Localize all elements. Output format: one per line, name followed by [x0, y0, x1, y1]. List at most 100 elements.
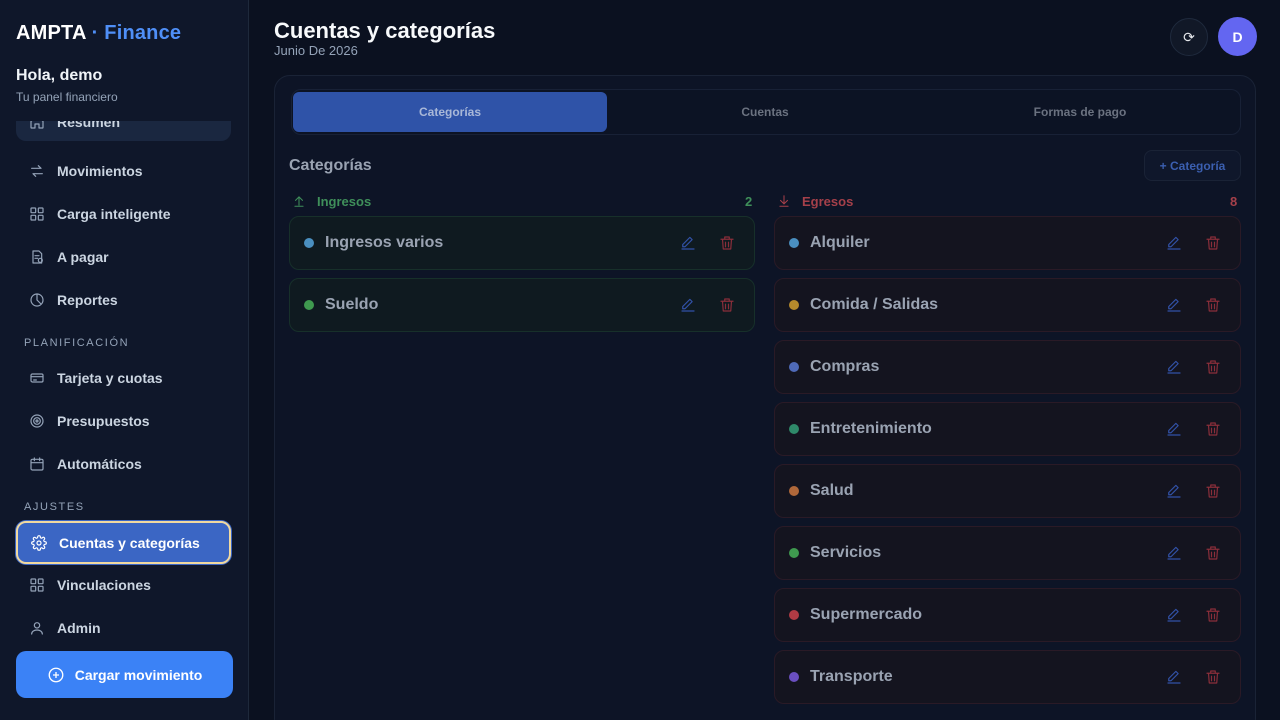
- user-icon: [29, 620, 45, 636]
- category-card[interactable]: Servicios: [774, 526, 1241, 580]
- income-header: Ingresos: [292, 193, 371, 209]
- calendar-icon: [29, 456, 45, 472]
- category-name: Comida / Salidas: [810, 296, 939, 313]
- category-card[interactable]: Salud: [774, 464, 1241, 518]
- category-color-dot: [789, 362, 799, 372]
- edit-icon[interactable]: [1165, 544, 1183, 562]
- category-color-dot: [304, 300, 314, 310]
- category-name: Alquiler: [810, 234, 870, 251]
- trash-icon[interactable]: [1204, 606, 1222, 624]
- sidebar-item-reportes[interactable]: Reportes: [16, 281, 231, 319]
- category-card[interactable]: Sueldo: [289, 278, 755, 332]
- page-title: Cuentas y categorías: [274, 18, 496, 43]
- expense-label: Egresos: [802, 193, 854, 209]
- category-card[interactable]: Comida / Salidas: [774, 278, 1241, 332]
- grid-icon: [29, 206, 45, 222]
- section-label-ajustes: AJUSTES: [24, 501, 85, 513]
- tab-categorias[interactable]: Categorías: [293, 92, 607, 132]
- arrows-icon: [29, 163, 45, 179]
- sidebar-item-label: Cuentas y categorías: [59, 534, 200, 551]
- edit-icon[interactable]: [1165, 482, 1183, 500]
- page-subtitle: Junio De 2026: [274, 43, 358, 58]
- trash-icon[interactable]: [1204, 668, 1222, 686]
- edit-icon[interactable]: [1165, 668, 1183, 686]
- category-name: Salud: [810, 482, 854, 499]
- sidebar-item-admin[interactable]: Admin: [16, 609, 231, 647]
- edit-icon[interactable]: [1165, 420, 1183, 438]
- category-card[interactable]: Ingresos varios: [289, 216, 755, 270]
- cta-label: Cargar movimiento: [74, 666, 203, 683]
- sidebar-item-carga-inteligente[interactable]: Carga inteligente: [16, 195, 231, 233]
- home-icon: [29, 121, 45, 130]
- sidebar-item-automaticos[interactable]: Automáticos: [16, 445, 231, 483]
- target-icon: [29, 413, 45, 429]
- category-name: Servicios: [810, 544, 882, 561]
- category-card[interactable]: Compras: [774, 340, 1241, 394]
- sidebar-item-label: Presupuestos: [57, 413, 150, 429]
- edit-icon[interactable]: [1165, 606, 1183, 624]
- tab-cuentas[interactable]: Cuentas: [608, 92, 922, 132]
- tab-bar: Categorías Cuentas Formas de pago: [291, 89, 1241, 135]
- user-greeting: Hola, demo: [16, 67, 103, 84]
- category-color-dot: [789, 548, 799, 558]
- edit-icon[interactable]: [679, 234, 697, 252]
- tab-formas-de-pago[interactable]: Formas de pago: [923, 92, 1237, 132]
- pie-icon: [29, 292, 45, 308]
- refresh-icon: ⟳: [1183, 28, 1195, 45]
- grid-icon: [29, 577, 45, 593]
- sidebar-item-label: Carga inteligente: [57, 206, 171, 222]
- trash-icon[interactable]: [1204, 296, 1222, 314]
- trash-icon[interactable]: [718, 296, 736, 314]
- category-name: Sueldo: [325, 296, 379, 313]
- edit-icon[interactable]: [1165, 358, 1183, 376]
- category-color-dot: [789, 610, 799, 620]
- sidebar-item-cuentas-categorias[interactable]: Cuentas y categorías: [16, 521, 231, 564]
- category-color-dot: [789, 672, 799, 682]
- sidebar-nav: Resumen Movimientos Carga inteligente A …: [0, 121, 249, 651]
- refresh-button[interactable]: ⟳: [1170, 18, 1208, 56]
- category-color-dot: [789, 424, 799, 434]
- category-name: Supermercado: [810, 606, 923, 623]
- sidebar: AMPTA · Finance Hola, demo Tu panel fina…: [0, 0, 249, 720]
- trash-icon[interactable]: [1204, 482, 1222, 500]
- category-card[interactable]: Alquiler: [774, 216, 1241, 270]
- category-name: Compras: [810, 358, 880, 375]
- arrow-down-icon: [779, 195, 789, 207]
- category-card[interactable]: Supermercado: [774, 588, 1241, 642]
- sidebar-item-label: Vinculaciones: [57, 577, 151, 593]
- trash-icon[interactable]: [1204, 234, 1222, 252]
- sidebar-item-a-pagar[interactable]: A pagar: [16, 238, 231, 276]
- category-card[interactable]: Entretenimiento: [774, 402, 1241, 456]
- brand-name: AMPTA: [16, 22, 86, 44]
- edit-icon[interactable]: [1165, 234, 1183, 252]
- income-count: 2: [745, 194, 753, 209]
- sidebar-item-label: Automáticos: [57, 456, 142, 472]
- sidebar-item-movimientos[interactable]: Movimientos: [16, 152, 231, 190]
- sidebar-item-presupuestos[interactable]: Presupuestos: [16, 402, 231, 440]
- sidebar-item-vinculaciones[interactable]: Vinculaciones: [16, 566, 231, 604]
- category-color-dot: [789, 486, 799, 496]
- arrow-up-icon: [294, 196, 304, 207]
- add-category-button[interactable]: + Categoría: [1144, 150, 1241, 181]
- avatar[interactable]: D: [1218, 17, 1257, 56]
- sidebar-item-label: Reportes: [57, 292, 118, 308]
- trash-icon[interactable]: [718, 234, 736, 252]
- category-card[interactable]: Transporte: [774, 650, 1241, 704]
- sidebar-item-label: Tarjeta y cuotas: [57, 370, 163, 386]
- section-label-planificacion: PLANIFICACIÓN: [24, 337, 130, 349]
- expense-header: Egresos: [777, 193, 853, 209]
- sidebar-item-label: A pagar: [57, 249, 109, 265]
- card-icon: [29, 370, 45, 386]
- edit-icon[interactable]: [1165, 296, 1183, 314]
- cargar-movimiento-button[interactable]: Cargar movimiento: [16, 651, 233, 698]
- trash-icon[interactable]: [1204, 544, 1222, 562]
- trash-icon[interactable]: [1204, 420, 1222, 438]
- trash-icon[interactable]: [1204, 358, 1222, 376]
- sidebar-item-resumen[interactable]: Resumen: [16, 121, 231, 141]
- sidebar-item-tarjeta-cuotas[interactable]: Tarjeta y cuotas: [16, 359, 231, 397]
- brand-logo[interactable]: AMPTA · Finance: [16, 22, 181, 45]
- expense-count: 8: [1230, 194, 1238, 209]
- category-name: Ingresos varios: [325, 234, 444, 251]
- section-title: Categorías: [289, 157, 372, 174]
- edit-icon[interactable]: [679, 296, 697, 314]
